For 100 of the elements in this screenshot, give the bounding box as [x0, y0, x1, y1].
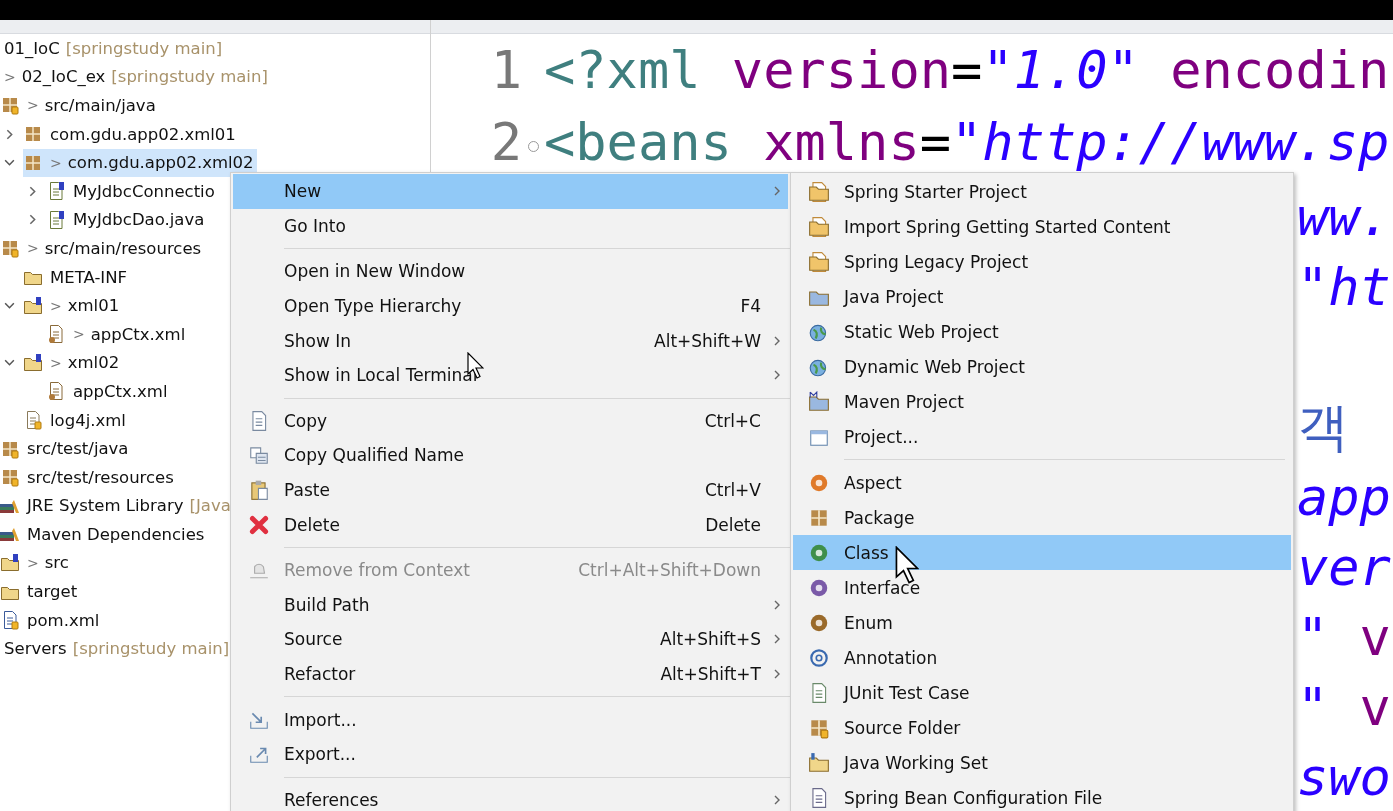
menu-item[interactable]: Import Spring Getting Started Content: [793, 209, 1291, 244]
menu-item[interactable]: Import...: [233, 702, 788, 737]
item-label: Maven Dependencies: [27, 524, 205, 544]
git-marker: >: [27, 240, 39, 257]
tree-item[interactable]: > 02_IoC_ex [springstudy main]: [4, 62, 271, 91]
source-folder-icon: [0, 238, 20, 259]
tree-item[interactable]: > appCtx.xml: [46, 320, 189, 349]
delete-icon: [247, 513, 270, 536]
tree-item[interactable]: src/test/resources: [0, 463, 177, 492]
item-label: JRE System Library: [27, 496, 184, 516]
shortcut-label: Delete: [705, 514, 761, 535]
tree-item[interactable]: META-INF: [23, 263, 131, 292]
tree-item[interactable]: Maven Dependencies: [0, 520, 208, 549]
tree-item[interactable]: MyJdbcConnectio: [46, 177, 218, 206]
source-folder-icon: [0, 467, 20, 488]
code-line: <?xml version="1.0" encodin: [544, 40, 1390, 100]
menu-item[interactable]: Project...: [793, 419, 1291, 454]
menu-item[interactable]: Package: [793, 500, 1291, 535]
tree-item[interactable]: log4j.xml: [23, 406, 129, 434]
item-label: 02_IoC_ex: [21, 67, 106, 87]
line-number: 1: [489, 40, 522, 100]
spring-project-icon: [807, 215, 830, 238]
menu-item[interactable]: Open in New Window: [233, 254, 788, 289]
shortcut-label: Ctrl+C: [704, 410, 761, 431]
menu-item[interactable]: Enum: [793, 605, 1291, 640]
folder-icon: [23, 352, 43, 373]
menu-item[interactable]: Static Web Project: [793, 314, 1291, 349]
tree-item[interactable]: target: [0, 577, 81, 606]
annotation-icon: [807, 646, 830, 669]
code-line: ww.: [1297, 187, 1391, 247]
code-line: swo: [1297, 747, 1391, 807]
item-label: 01_IoC: [4, 38, 60, 58]
menu-item[interactable]: Spring Bean Configuration File: [793, 780, 1291, 811]
item-label: src/test/resources: [27, 467, 174, 487]
shortcut-label: Alt+Shift+W: [654, 330, 761, 351]
menu-item[interactable]: Spring Starter Project: [793, 174, 1291, 209]
shortcut-label: Ctrl+V: [704, 480, 761, 501]
code-line: ver: [1297, 537, 1391, 597]
git-marker: >: [50, 154, 62, 171]
item-label: src/main/java: [44, 96, 156, 115]
menu-item[interactable]: References: [233, 782, 788, 811]
tree-item[interactable]: 01_IoC [springstudy main]: [4, 34, 226, 63]
menu-item[interactable]: Paste Ctrl+V: [233, 472, 788, 508]
item-label: MyJdbcDao.java: [73, 210, 205, 230]
line-number: 2: [489, 112, 522, 172]
item-label: pom.xml: [27, 610, 100, 630]
item-label: log4j.xml: [50, 410, 126, 430]
tree-item[interactable]: JRE System Library [Java: [0, 491, 234, 520]
menu-item[interactable]: Spring Legacy Project: [793, 244, 1291, 279]
menu-item[interactable]: Java Working Set: [793, 745, 1291, 780]
menu-item[interactable]: Source Folder: [793, 710, 1291, 745]
xml-file-icon: [46, 324, 66, 345]
tree-item[interactable]: Servers [springstudy main]: [4, 634, 233, 663]
menu-item[interactable]: New: [233, 174, 788, 209]
tree-item[interactable]: > xml01: [23, 291, 123, 320]
tree-item[interactable]: com.gdu.app02.xml01: [23, 120, 239, 149]
menu-item[interactable]: JUnit Test Case: [793, 675, 1291, 710]
maven-project-icon: [807, 390, 830, 413]
code-line: 객: [1297, 396, 1349, 459]
menu-item[interactable]: Java Project: [793, 279, 1291, 314]
menu-item[interactable]: Maven Project: [793, 384, 1291, 419]
menu-item[interactable]: Aspect: [793, 465, 1291, 500]
tree-item[interactable]: appCtx.xml: [46, 377, 171, 406]
tree-item[interactable]: > src/main/resources: [0, 234, 205, 263]
tree-item[interactable]: src/test/java: [0, 434, 132, 463]
tree-item[interactable]: > src: [0, 549, 72, 577]
menu-item[interactable]: Copy Qualified Name: [233, 438, 788, 473]
tree-item[interactable]: > com.gdu.app02.xml02: [23, 148, 257, 177]
item-label: src/test/java: [27, 439, 129, 459]
folder-icon: [0, 553, 20, 573]
menu-item[interactable]: Copy Ctrl+C: [233, 403, 788, 439]
source-folder-icon: [0, 95, 20, 116]
tree-item[interactable]: pom.xml: [0, 606, 103, 635]
item-label: META-INF: [50, 267, 128, 287]
tree-item[interactable]: > xml02: [23, 348, 123, 377]
shortcut-label: Alt+Shift+T: [660, 664, 761, 684]
item-label: appCtx.xml: [90, 324, 186, 344]
menu-item[interactable]: Source Alt+Shift+S: [233, 622, 788, 657]
spring-project-icon: [807, 250, 830, 273]
folder-icon: [23, 295, 43, 316]
item-label: appCtx.xml: [73, 381, 168, 401]
xml-file-icon: [46, 381, 66, 402]
git-marker: >: [27, 97, 39, 114]
git-marker: >: [27, 555, 39, 571]
git-marker: >: [4, 68, 16, 85]
menu-item[interactable]: Go Into: [233, 208, 788, 244]
repo-label: [springstudy main]: [111, 67, 268, 87]
item-label: src: [44, 553, 69, 573]
menu-item[interactable]: Annotation: [793, 640, 1291, 675]
menu-item[interactable]: Dynamic Web Project: [793, 349, 1291, 384]
shortcut-label: Alt+Shift+S: [660, 629, 761, 650]
menu-item[interactable]: Delete Delete: [233, 507, 788, 542]
menu-item[interactable]: Build Path: [233, 587, 788, 623]
git-marker: >: [73, 326, 85, 343]
menu-item[interactable]: Class: [793, 535, 1291, 570]
tree-item[interactable]: MyJdbcDao.java: [46, 205, 208, 234]
menu-item[interactable]: Export...: [233, 736, 788, 772]
menu-item[interactable]: Open Type Hierarchy F4: [233, 288, 788, 324]
menu-item[interactable]: Refactor Alt+Shift+T: [233, 656, 788, 692]
tree-item[interactable]: > src/main/java: [0, 91, 159, 120]
